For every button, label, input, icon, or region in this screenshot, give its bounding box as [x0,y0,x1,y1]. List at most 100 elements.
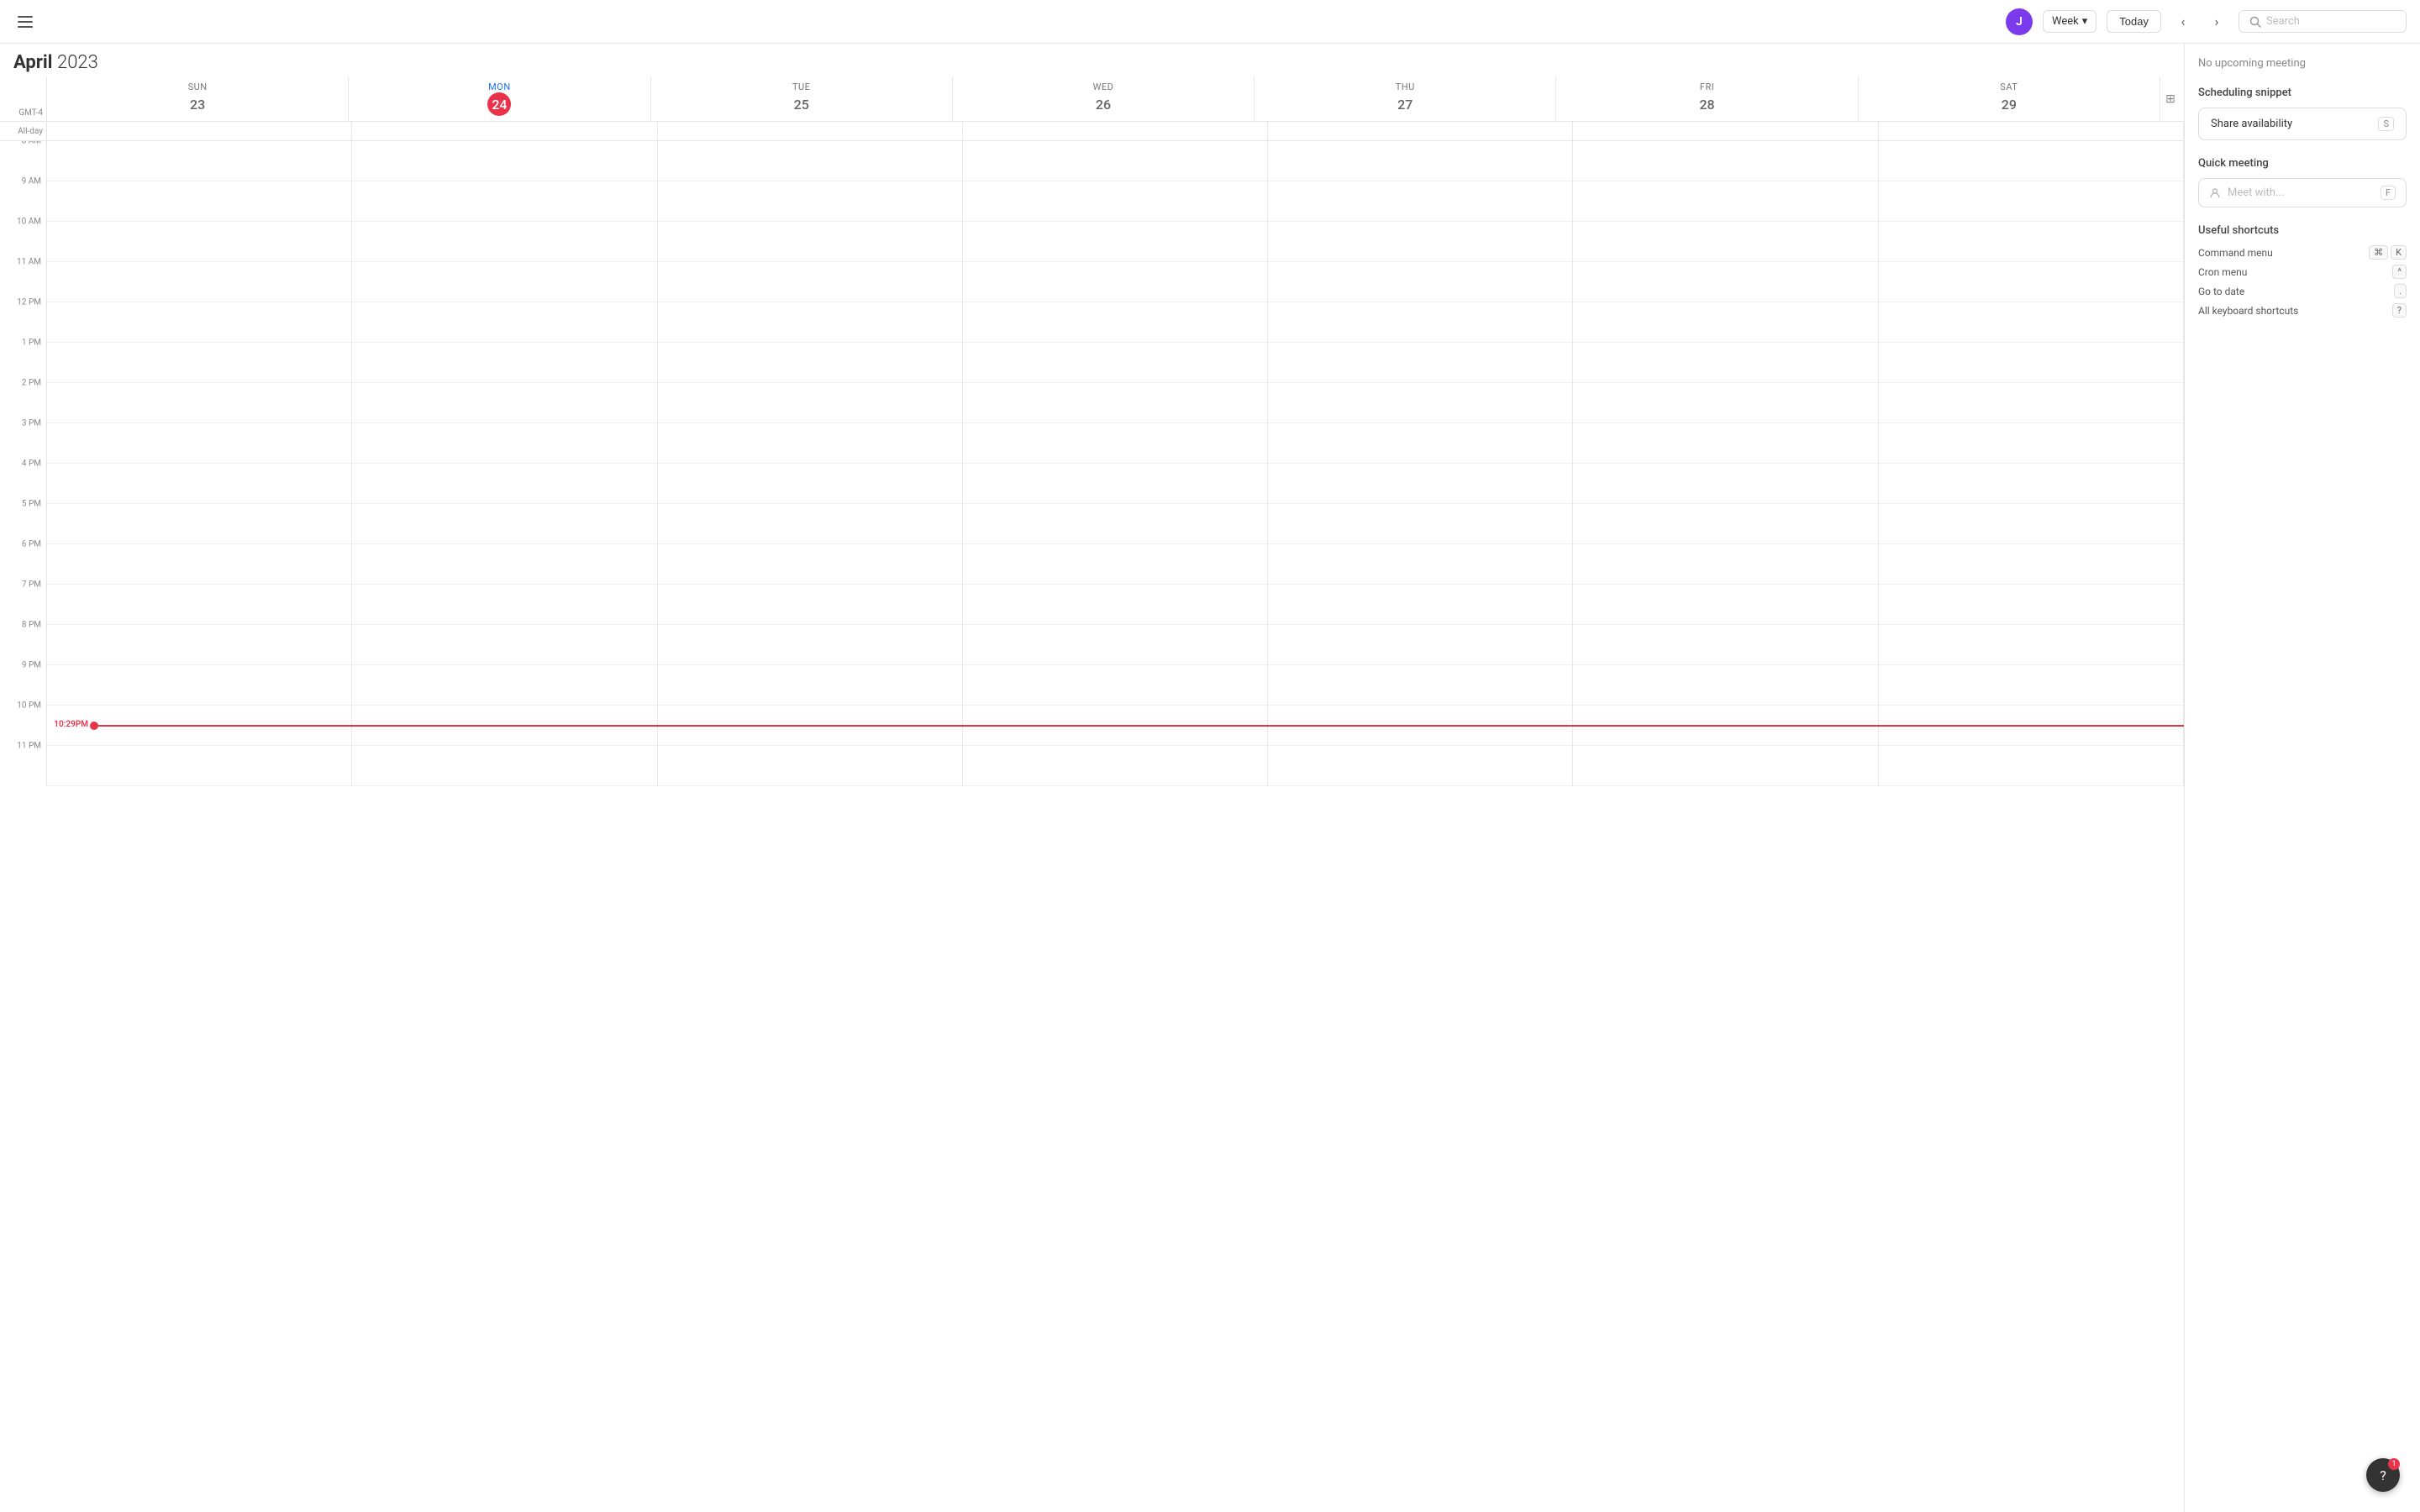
hour-cell[interactable] [47,665,351,706]
hour-cell[interactable] [963,141,1267,181]
hour-cell[interactable] [963,625,1267,665]
hour-cell[interactable] [1268,302,1572,343]
hour-cell[interactable] [963,222,1267,262]
hour-cell[interactable] [1573,222,1877,262]
hour-cell[interactable] [658,423,962,464]
hour-cell[interactable] [1268,383,1572,423]
day-column-tue[interactable] [658,141,963,786]
hour-cell[interactable] [1879,262,2183,302]
hour-cell[interactable] [658,665,962,706]
hour-cell[interactable] [1268,504,1572,544]
day-header-mon[interactable]: Mon 24 [349,76,650,121]
next-week-button[interactable]: › [2205,10,2228,34]
all-day-cell-1[interactable] [352,122,657,140]
shortcut-row[interactable]: All keyboard shortcuts ? [2198,303,2407,318]
all-day-cell-3[interactable] [963,122,1268,140]
hour-cell[interactable] [1573,625,1877,665]
hour-cell[interactable] [658,585,962,625]
day-header-wed[interactable]: Wed 26 [953,76,1255,121]
day-header-thu[interactable]: Thu 27 [1255,76,1556,121]
hour-cell[interactable] [963,343,1267,383]
hour-cell[interactable] [352,585,656,625]
hour-cell[interactable] [47,544,351,585]
share-availability-button[interactable]: Share availability S [2198,108,2407,140]
hour-cell[interactable] [1879,706,2183,746]
hour-cell[interactable] [658,262,962,302]
hour-cell[interactable] [658,504,962,544]
hour-cell[interactable] [658,343,962,383]
hour-cell[interactable] [352,343,656,383]
hour-cell[interactable] [658,383,962,423]
hour-cell[interactable] [963,464,1267,504]
hour-cell[interactable] [352,746,656,786]
hour-cell[interactable] [1268,222,1572,262]
hour-cell[interactable] [1573,585,1877,625]
hour-cell[interactable] [1268,625,1572,665]
prev-week-button[interactable]: ‹ [2171,10,2195,34]
hour-cell[interactable] [1879,544,2183,585]
hour-cell[interactable] [352,383,656,423]
hour-cell[interactable] [1268,544,1572,585]
hour-cell[interactable] [47,585,351,625]
hour-cell[interactable] [1879,141,2183,181]
hour-cell[interactable] [1573,383,1877,423]
hour-cell[interactable] [1268,746,1572,786]
day-column-wed[interactable] [963,141,1268,786]
hour-cell[interactable] [963,383,1267,423]
view-selector[interactable]: Week ▾ [2043,10,2096,33]
hour-cell[interactable] [963,302,1267,343]
hour-cell[interactable] [658,746,962,786]
sidebar-toggle-button[interactable] [13,10,37,34]
hour-cell[interactable] [47,464,351,504]
hour-cell[interactable] [658,464,962,504]
hour-cell[interactable] [1573,504,1877,544]
hour-cell[interactable] [963,585,1267,625]
hour-cell[interactable] [1573,141,1877,181]
hour-cell[interactable] [1268,343,1572,383]
time-grid-scroll[interactable]: 8 AM9 AM10 AM11 AM12 PM1 PM2 PM3 PM4 PM5… [0,141,2184,1512]
hour-cell[interactable] [658,706,962,746]
hour-cell[interactable] [658,181,962,222]
day-column-fri[interactable] [1573,141,1878,786]
hour-cell[interactable] [1573,544,1877,585]
hour-cell[interactable] [1268,585,1572,625]
search-box[interactable]: Search [2238,10,2407,33]
shortcut-row[interactable]: Cron menu ^ [2198,265,2407,279]
hour-cell[interactable] [963,706,1267,746]
hour-cell[interactable] [963,504,1267,544]
meet-with-input[interactable]: Meet with... F [2198,178,2407,207]
hour-cell[interactable] [1879,625,2183,665]
hour-cell[interactable] [352,302,656,343]
hour-cell[interactable] [1573,423,1877,464]
hour-cell[interactable] [963,262,1267,302]
user-avatar[interactable]: J [2006,8,2033,35]
shortcut-row[interactable]: Go to date . [2198,284,2407,298]
hour-cell[interactable] [1879,423,2183,464]
hour-cell[interactable] [1879,746,2183,786]
hour-cell[interactable] [1879,181,2183,222]
hour-cell[interactable] [658,302,962,343]
day-header-sun[interactable]: Sun 23 [47,76,349,121]
hour-cell[interactable] [963,665,1267,706]
hour-cell[interactable] [1879,302,2183,343]
help-button[interactable]: ? 1 [2366,1458,2400,1492]
shortcut-row[interactable]: Command menu ⌘K [2198,245,2407,260]
hour-cell[interactable] [1573,464,1877,504]
hour-cell[interactable] [47,302,351,343]
all-day-cell-4[interactable] [1268,122,1573,140]
hour-cell[interactable] [963,181,1267,222]
hour-cell[interactable] [1268,665,1572,706]
day-header-fri[interactable]: Fri 28 [1556,76,1858,121]
hour-cell[interactable] [352,141,656,181]
hour-cell[interactable] [1573,181,1877,222]
hour-cell[interactable] [47,706,351,746]
hour-cell[interactable] [352,504,656,544]
hour-cell[interactable] [963,746,1267,786]
hour-cell[interactable] [47,383,351,423]
hour-cell[interactable] [1573,665,1877,706]
hour-cell[interactable] [658,625,962,665]
day-column-mon[interactable] [352,141,657,786]
day-column-thu[interactable] [1268,141,1573,786]
hour-cell[interactable] [1879,464,2183,504]
hour-cell[interactable] [352,625,656,665]
